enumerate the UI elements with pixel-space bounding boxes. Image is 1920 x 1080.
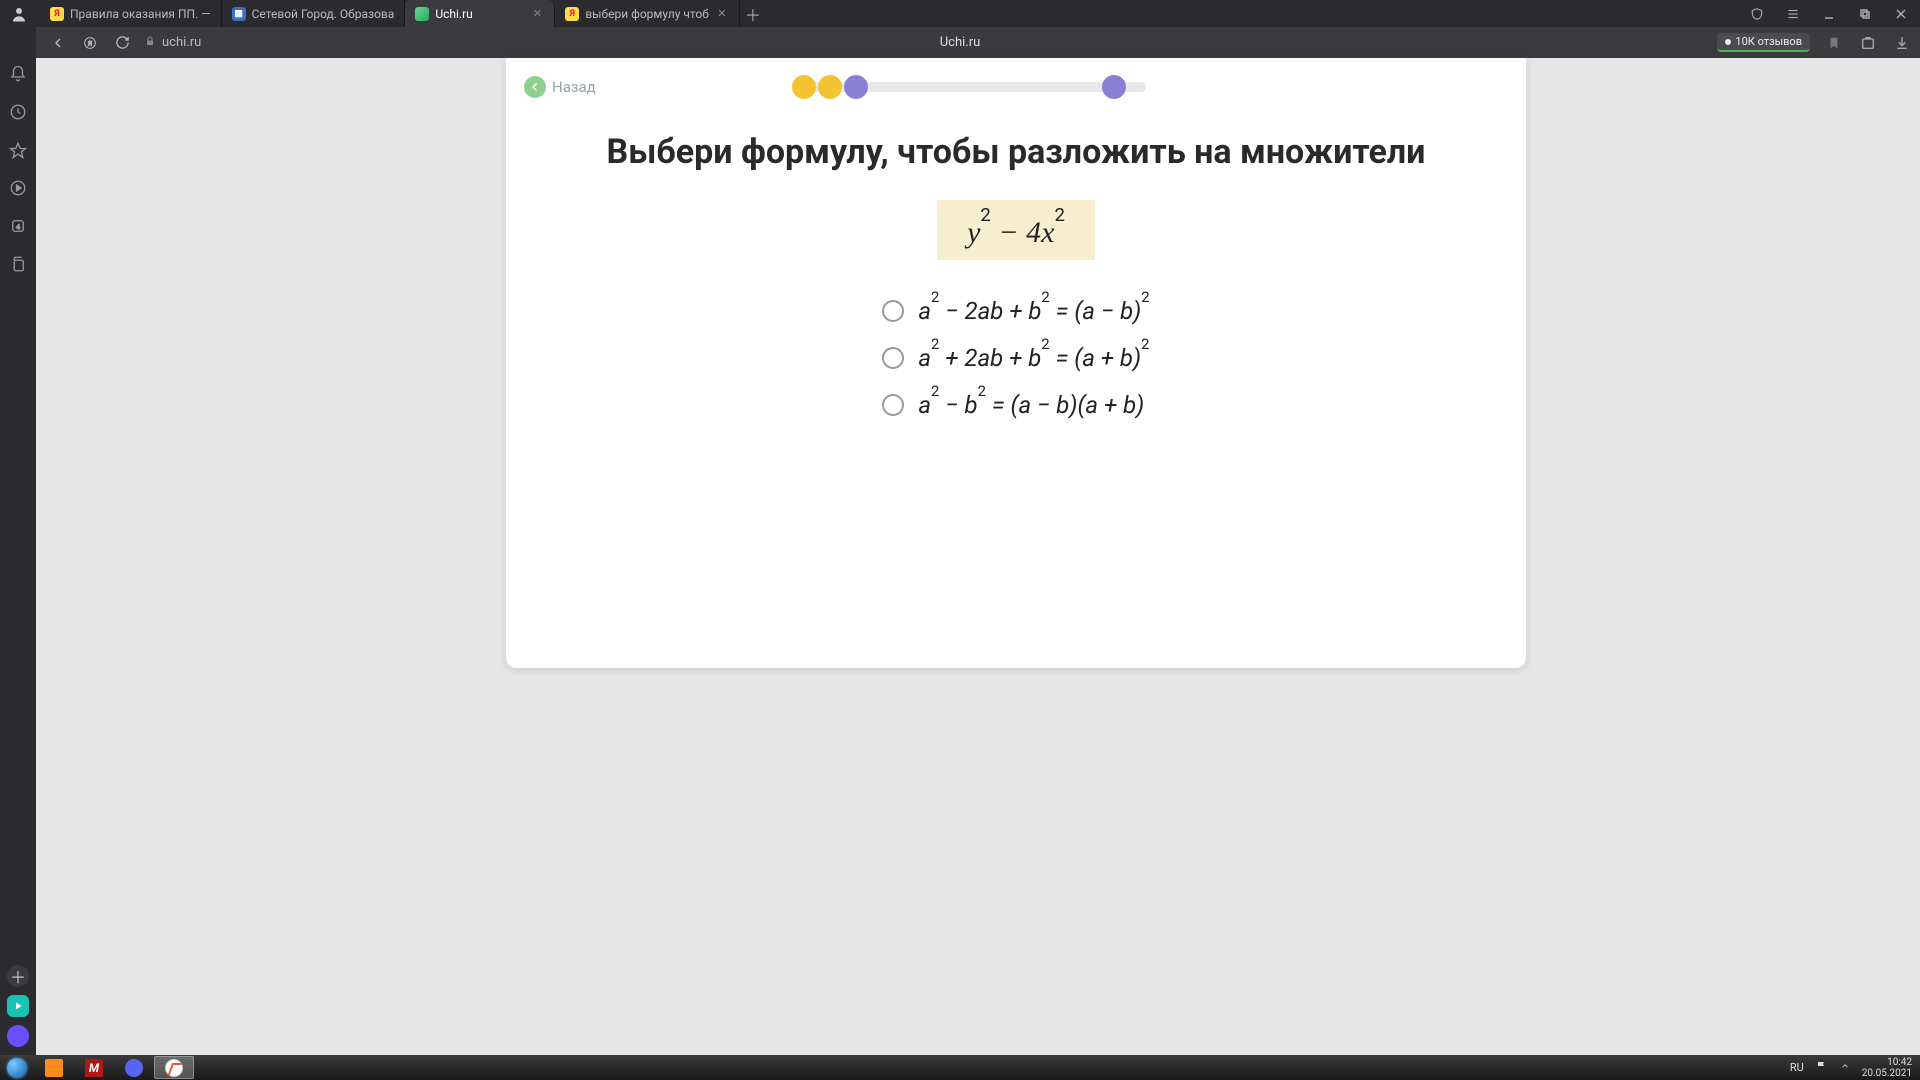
svg-text:4: 4 (16, 223, 20, 231)
radio-icon (882, 394, 904, 416)
window-controls (1746, 0, 1920, 27)
bookmark-icon[interactable] (1824, 33, 1844, 53)
tab-title: Правила оказания ПП. — (70, 7, 211, 21)
media-player-icon (45, 1059, 63, 1077)
yandex-browser-icon (165, 1059, 183, 1077)
progress-track (796, 82, 1146, 92)
copy-icon[interactable] (7, 253, 29, 275)
address-bar-row: Я uchi.ru Uchi.ru 10К отзывов (0, 27, 1920, 58)
lock-icon (144, 35, 156, 51)
chevron-left-icon (524, 76, 546, 98)
back-label: Назад (552, 78, 596, 96)
favicon-sgo-icon: ▦ (232, 7, 246, 21)
lesson-back-button[interactable]: Назад (524, 76, 596, 98)
star-icon[interactable] (7, 139, 29, 161)
browser-sidebar: 4 ＋ (0, 27, 36, 1055)
lesson-card: Назад Выбери формулу, чтобы разложить на… (506, 58, 1526, 668)
option-formula: a2 − 2ab + b2 = (a − b)2 (918, 296, 1149, 325)
option-formula: a2 + 2ab + b2 = (a + b)2 (918, 343, 1149, 372)
progress-step-4 (1102, 75, 1126, 99)
tray-flag-icon[interactable] (1816, 1060, 1828, 1075)
tab-close-icon[interactable]: ✕ (715, 7, 729, 21)
reload-icon[interactable] (112, 33, 132, 53)
tab-3[interactable]: Я выбери формулу чтоб ✕ (555, 0, 740, 27)
history-icon[interactable] (7, 101, 29, 123)
new-tab-button[interactable]: ＋ (740, 0, 766, 27)
favicon-yandex-icon: Я (50, 7, 64, 21)
tab-title: выбери формулу чтоб (585, 7, 709, 21)
reviews-badge[interactable]: 10К отзывов (1717, 33, 1810, 52)
tab-title: Uchi.ru (435, 7, 524, 21)
shield-icon[interactable] (1746, 3, 1768, 25)
reviews-label: 10К отзывов (1735, 35, 1802, 48)
expression-box: y2 − 4x2 (937, 200, 1095, 260)
clock-time: 10:42 (1862, 1057, 1912, 1068)
taskbar-app-m[interactable]: M (74, 1055, 114, 1080)
radio-icon (882, 300, 904, 322)
clock-date: 20.05.2021 (1862, 1068, 1912, 1079)
start-button[interactable] (0, 1055, 34, 1080)
option-formula: a2 − b2 = (a − b)(a + b) (918, 390, 1144, 419)
progress-step-2 (818, 75, 842, 99)
tab-title: Сетевой Город. Образова (252, 7, 395, 21)
svg-text:Я: Я (88, 39, 92, 47)
page-viewport: Назад Выбери формулу, чтобы разложить на… (36, 58, 1920, 1055)
close-button[interactable] (1890, 3, 1912, 25)
taskbar-app-browser[interactable] (154, 1056, 194, 1079)
system-clock[interactable]: 10:42 20.05.2021 (1862, 1057, 1912, 1079)
tab-0[interactable]: Я Правила оказания ПП. — (40, 0, 222, 27)
favicon-yandex-icon: Я (565, 7, 579, 21)
url-host: uchi.ru (162, 35, 201, 50)
answer-options: a2 − 2ab + b2 = (a − b)2 a2 + 2ab + b2 =… (882, 296, 1149, 419)
dot-icon (1725, 39, 1731, 45)
maximize-button[interactable] (1854, 3, 1876, 25)
minimize-button[interactable] (1818, 3, 1840, 25)
taskbar-app-discord[interactable] (114, 1055, 154, 1080)
tab-strip: Я Правила оказания ПП. — ▦ Сетевой Город… (0, 0, 1920, 27)
lesson-progress (796, 82, 1146, 92)
radio-icon (882, 347, 904, 369)
profile-icon[interactable] (8, 3, 30, 25)
favicon-uchi-icon (415, 7, 429, 21)
taskbar-app-media[interactable] (34, 1055, 74, 1080)
extensions-icon[interactable] (1858, 33, 1878, 53)
tab-1[interactable]: ▦ Сетевой Город. Образова (222, 0, 406, 27)
collections-icon[interactable]: 4 (7, 215, 29, 237)
question-text: Выбери формулу, чтобы разложить на множи… (506, 132, 1526, 172)
bell-icon[interactable] (7, 63, 29, 85)
answer-option-1[interactable]: a2 − 2ab + b2 = (a − b)2 (882, 296, 1149, 325)
play-circle-icon[interactable] (7, 177, 29, 199)
address-bar[interactable]: uchi.ru (144, 35, 201, 51)
answer-option-3[interactable]: a2 − b2 = (a − b)(a + b) (882, 390, 1149, 419)
page-title-center: Uchi.ru (940, 35, 981, 50)
downloads-icon[interactable] (1892, 33, 1912, 53)
browser-chrome: Я Правила оказания ПП. — ▦ Сетевой Город… (0, 0, 1920, 58)
m-app-icon: M (85, 1059, 103, 1077)
progress-step-3 (844, 75, 868, 99)
system-tray: RU 10:42 20.05.2021 (1790, 1057, 1920, 1079)
taskbar: M RU 10:42 20.05.2021 (0, 1055, 1920, 1080)
windows-orb-icon (7, 1058, 27, 1078)
menu-icon[interactable] (1782, 3, 1804, 25)
tray-chevron-icon[interactable] (1840, 1061, 1850, 1074)
sidebar-app2-icon[interactable] (7, 1025, 29, 1047)
answer-option-2[interactable]: a2 + 2ab + b2 = (a + b)2 (882, 343, 1149, 372)
yandex-services-icon[interactable]: Я (80, 33, 100, 53)
card-header: Назад (506, 58, 1526, 98)
sidebar-add-icon[interactable]: ＋ (7, 965, 29, 987)
back-nav-icon[interactable] (48, 33, 68, 53)
tab-close-icon[interactable]: ✕ (530, 7, 544, 21)
input-lang[interactable]: RU (1790, 1061, 1804, 1074)
sidebar-app1-icon[interactable] (7, 995, 29, 1017)
progress-step-1 (792, 75, 816, 99)
addr-right: 10К отзывов (1717, 33, 1912, 53)
tab-2-active[interactable]: Uchi.ru ✕ (405, 0, 555, 27)
discord-icon (125, 1059, 143, 1077)
